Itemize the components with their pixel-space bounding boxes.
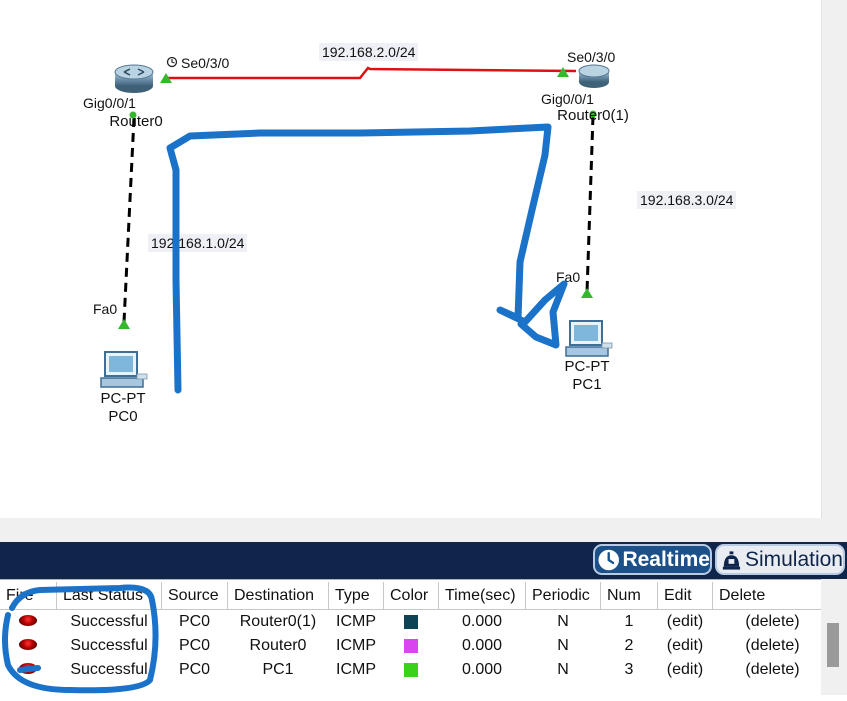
router1-device[interactable] [578,64,610,88]
port-label: Gig0/0/1 [541,91,594,107]
pc1-device[interactable] [565,320,613,357]
time-cell: 0.000 [461,661,503,678]
type-cell: ICMP [336,637,376,654]
column-header[interactable]: Num [600,582,658,610]
topology-canvas[interactable] [0,0,821,518]
fire-cell[interactable] [0,634,57,658]
fire-cell[interactable] [0,610,57,635]
pdu-list-panel: Fire Last Status Source Destination Type… [0,579,847,696]
mode-bar: Realtime Simulation [0,542,847,579]
source-cell: PC0 [178,613,211,630]
color-swatch [404,614,418,629]
periodic-cell: N [557,661,569,678]
last-status-cell: Successful [70,661,148,678]
num-cell: 1 [624,613,634,630]
network-label: 192.168.2.0/24 [319,43,419,61]
workspace-horizontal-scrollbar[interactable] [0,518,847,542]
device-name: Router0(1) [557,107,629,124]
port-label: Gig0/0/1 [83,95,136,111]
device-type: PC-PT [100,390,146,407]
edit-link[interactable]: (edit) [658,610,713,635]
pdu-header-row: Fire Last Status Source Destination Type… [0,582,833,610]
column-header[interactable]: Source [161,582,228,610]
clock-icon [598,549,619,570]
delete-link[interactable]: (delete) [713,610,833,635]
link-router0-pc0[interactable] [122,117,136,323]
type-cell: ICMP [336,661,376,678]
fire-icon[interactable] [19,615,38,626]
port-label: Fa0 [93,301,118,317]
pc0-device[interactable] [100,351,148,388]
color-cell [384,610,439,635]
edit-link[interactable]: (edit) [658,658,713,682]
link-status-up [118,319,130,329]
column-header[interactable]: Delete [712,582,833,610]
simulation-mode-button[interactable]: Simulation [715,544,845,575]
port-label: Se0/3/0 [567,49,616,65]
delete-link[interactable]: (delete) [713,634,833,658]
time-cell: 0.000 [461,613,503,630]
fire-icon[interactable] [19,639,38,650]
delete-link[interactable]: (delete) [713,658,833,682]
column-header[interactable]: Edit [657,582,713,610]
port-label: Fa0 [556,269,581,285]
column-header[interactable]: Type [328,582,384,610]
column-header[interactable]: Fire [0,582,57,610]
edit-link[interactable]: (edit) [658,634,713,658]
realtime-mode-button[interactable]: Realtime [593,544,712,575]
num-cell: 2 [624,637,634,654]
column-header[interactable]: Destination [227,582,329,610]
workspace-vertical-scrollbar[interactable] [821,0,847,518]
link-status-up [581,288,593,298]
pdu-row[interactable]: Successful PC0 PC1 ICMP 0.000 N 3 (edit)… [0,658,833,682]
port-label: Se0/3/0 [181,55,230,71]
last-status-cell: Successful [70,613,148,630]
fire-icon[interactable] [19,663,38,674]
topology-workspace[interactable]: Se0/3/0 Gig0/0/1 Se0/3/0 Gig0/0/1 Fa0 Fa… [0,0,821,518]
source-cell: PC0 [178,637,211,654]
realtime-label: Realtime [622,547,710,571]
column-header[interactable]: Periodic [525,582,601,610]
fire-cell[interactable] [0,658,57,682]
color-swatch [404,638,418,653]
network-label: 192.168.1.0/24 [148,234,248,252]
column-header[interactable]: Color [383,582,439,610]
device-name: Router0 [109,113,163,130]
device-name: PC0 [108,408,138,425]
source-cell: PC0 [178,661,211,678]
simulation-label: Simulation [744,547,843,571]
scrollbar-thumb[interactable] [827,623,839,667]
color-cell [384,658,439,682]
network-label: 192.168.3.0/24 [637,191,737,209]
periodic-cell: N [557,637,569,654]
destination-cell: PC1 [262,661,294,678]
pdu-row[interactable]: Successful PC0 Router0(1) ICMP 0.000 N 1… [0,610,833,635]
router0-device[interactable] [114,64,154,93]
color-swatch [404,662,418,677]
device-type: PC-PT [564,358,610,375]
clock-icon [166,56,178,68]
column-header[interactable]: Time(sec) [438,582,526,610]
color-cell [384,634,439,658]
periodic-cell: N [557,613,569,630]
num-cell: 3 [624,661,634,678]
column-header[interactable]: Last Status [56,582,162,610]
time-cell: 0.000 [461,637,503,654]
destination-cell: Router0(1) [239,613,317,630]
pdu-list-scrollbar[interactable] [821,579,847,695]
last-status-cell: Successful [70,637,148,654]
type-cell: ICMP [336,613,376,630]
link-router1-pc1[interactable] [585,115,595,293]
pdu-row[interactable]: Successful PC0 Router0 ICMP 0.000 N 2 (e… [0,634,833,658]
stopwatch-icon [722,550,741,570]
pdu-table: Fire Last Status Source Destination Type… [0,582,833,682]
destination-cell: Router0 [249,637,307,654]
device-name: PC1 [572,376,602,393]
